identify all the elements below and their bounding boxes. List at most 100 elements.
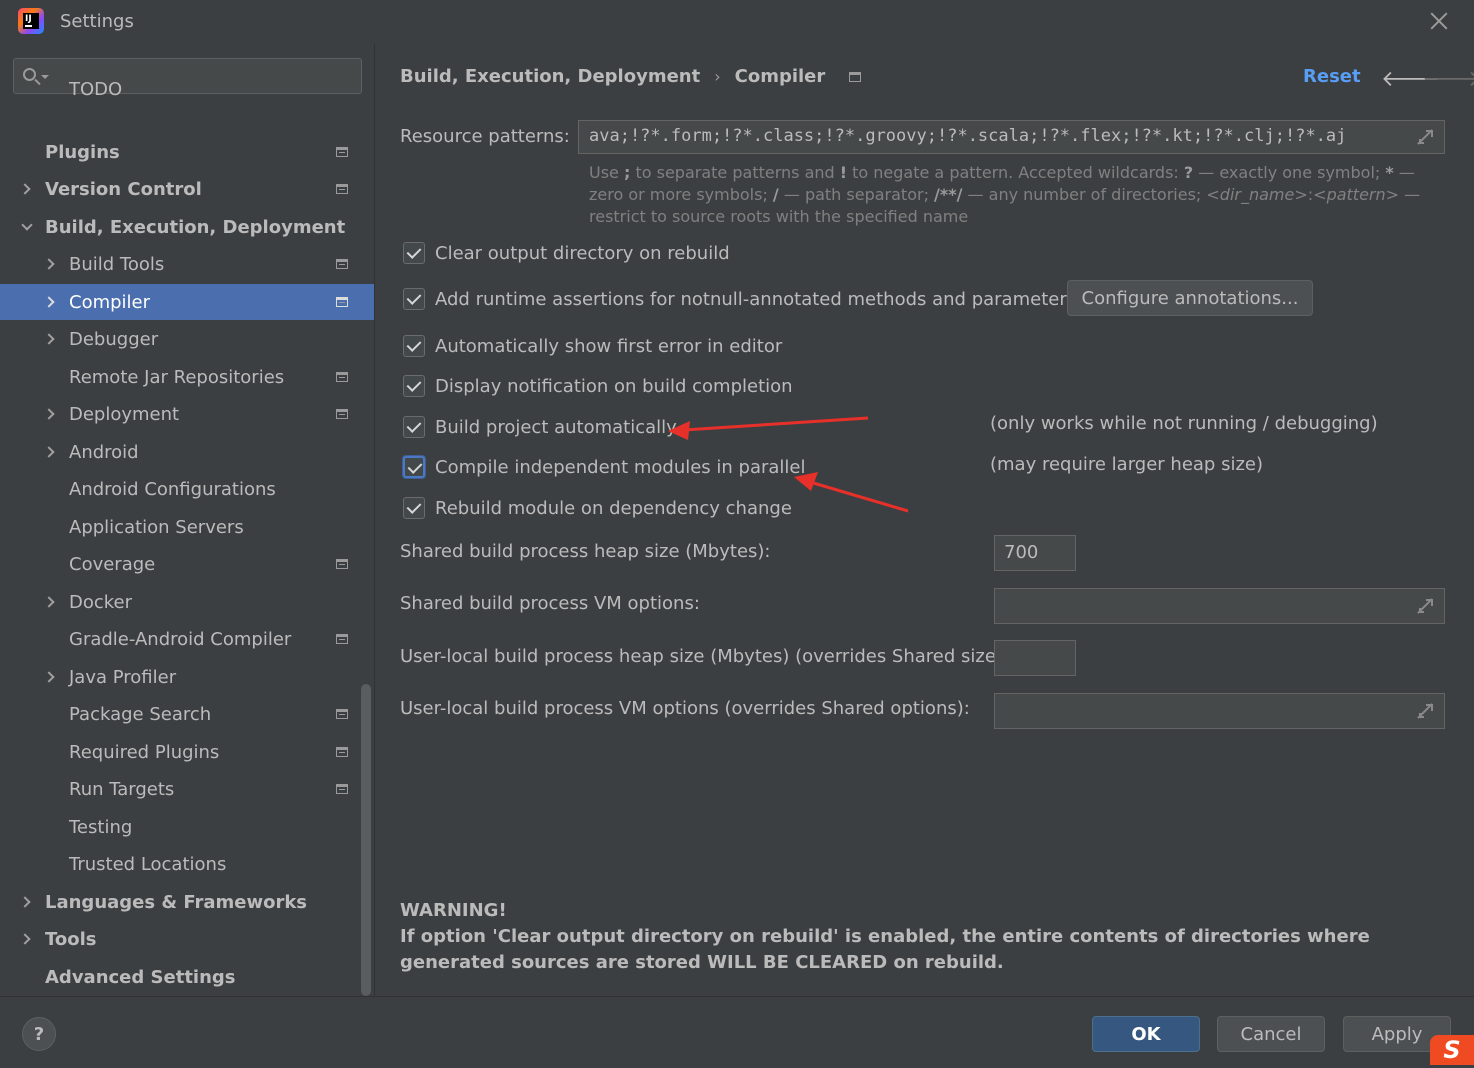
tree-item-testing[interactable]: Testing [0, 809, 374, 845]
chevron-right-icon[interactable] [43, 671, 55, 683]
search-options-dropdown-icon[interactable] [41, 75, 49, 79]
hint-text: to separate patterns and [630, 163, 840, 182]
tree-item-label: Required Plugins [69, 741, 220, 763]
sidebar-scrollbar[interactable] [361, 684, 371, 996]
tree-item-build-execution-deployment[interactable]: Build, Execution, Deployment [0, 209, 374, 245]
chevron-right-icon[interactable] [19, 896, 31, 908]
tree-item-tools[interactable]: Tools [0, 921, 374, 957]
tree-item-label: Advanced Settings [45, 966, 236, 988]
checkbox-label: Build project automatically [435, 416, 677, 438]
project-level-icon [336, 784, 348, 794]
hint-token: ? [1183, 163, 1194, 182]
user-vm-options-input[interactable] [994, 693, 1445, 729]
build-notification-checkbox-row[interactable]: Display notification on build completion [403, 373, 793, 399]
ok-button[interactable]: OK [1092, 1016, 1200, 1052]
hint-token: ! [839, 163, 848, 182]
tree-item-java-profiler[interactable]: Java Profiler [0, 659, 374, 695]
tree-item-label: Version Control [45, 178, 202, 200]
tree-item-languages-frameworks[interactable]: Languages & Frameworks [0, 884, 374, 920]
user-heap-input[interactable] [994, 640, 1076, 676]
tree-item-deployment[interactable]: Deployment [0, 396, 374, 432]
tree-item-android-configurations[interactable]: Android Configurations [0, 471, 374, 507]
breadcrumb: Build, Execution, Deployment › Compiler [400, 66, 862, 87]
tree-item-label: Java Profiler [69, 666, 177, 688]
checkbox-label: Compile independent modules in parallel [435, 456, 806, 478]
forward-arrow-icon[interactable]: 🡒 [1422, 66, 1474, 92]
project-level-icon [336, 184, 348, 194]
hint-text: — exactly one symbol; [1193, 163, 1386, 182]
tree-item-application-servers[interactable]: Application Servers [0, 509, 374, 545]
parallel-compile-checkbox-row[interactable]: Compile independent modules in parallel [403, 454, 806, 480]
tree-item-label: Deployment [69, 403, 180, 425]
hint-text: Use [589, 163, 624, 182]
build-automatically-note: (only works while not running / debuggin… [990, 413, 1378, 434]
cancel-button[interactable]: Cancel [1217, 1016, 1325, 1052]
tree-item-build-tools[interactable]: Build Tools [0, 246, 374, 282]
tree-item-compiler[interactable]: Compiler [0, 284, 374, 320]
runtime-assertions-checkbox-row[interactable]: Add runtime assertions for notnull-annot… [403, 286, 1076, 312]
clear-output-checkbox[interactable] [403, 242, 425, 264]
tree-item-trusted-locations[interactable]: Trusted Locations [0, 846, 374, 882]
expand-icon[interactable] [1417, 129, 1433, 145]
help-button[interactable]: ? [22, 1017, 56, 1051]
chevron-right-icon[interactable] [19, 933, 31, 945]
clear-output-checkbox-row[interactable]: Clear output directory on rebuild [403, 240, 730, 266]
breadcrumb-parent[interactable]: Build, Execution, Deployment [400, 66, 700, 87]
tree-item-debugger[interactable]: Debugger [0, 321, 374, 357]
tree-item-todo[interactable]: TODO [0, 79, 374, 109]
ime-logo-icon: S [1430, 1035, 1474, 1065]
tree-item-required-plugins[interactable]: Required Plugins [0, 734, 374, 770]
chevron-right-icon[interactable] [43, 333, 55, 345]
show-first-error-checkbox-row[interactable]: Automatically show first error in editor [403, 333, 782, 359]
reset-link[interactable]: Reset [1303, 66, 1361, 87]
expand-icon[interactable] [1417, 598, 1433, 614]
hint-text: — any number of directories; [962, 185, 1207, 204]
chevron-right-icon[interactable] [43, 446, 55, 458]
runtime-assertions-checkbox[interactable] [403, 288, 425, 310]
build-automatically-checkbox-row[interactable]: Build project automatically [403, 414, 677, 440]
chevron-right-icon[interactable] [43, 408, 55, 420]
configure-annotations-button[interactable]: Configure annotations... [1067, 280, 1313, 316]
intellij-logo-icon: IJ [18, 8, 44, 34]
project-level-icon [336, 634, 348, 644]
tree-item-label: Android Configurations [69, 478, 276, 500]
rebuild-on-dependency-checkbox-row[interactable]: Rebuild module on dependency change [403, 495, 792, 521]
tree-item-docker[interactable]: Docker [0, 584, 374, 620]
compiler-settings-panel: Build, Execution, Deployment › Compiler … [375, 44, 1474, 996]
tree-item-android[interactable]: Android [0, 434, 374, 470]
hint-token: <dir_name> [1206, 185, 1308, 204]
close-icon[interactable] [1428, 10, 1450, 32]
chevron-down-icon[interactable] [21, 219, 33, 231]
chevron-right-icon[interactable] [43, 596, 55, 608]
checkbox-label: Clear output directory on rebuild [435, 242, 730, 264]
rebuild-on-dependency-checkbox[interactable] [403, 497, 425, 519]
shared-vm-options-label: Shared build process VM options: [400, 593, 700, 614]
tree-item-run-targets[interactable]: Run Targets [0, 771, 374, 807]
tree-item-label: Gradle-Android Compiler [69, 628, 292, 650]
project-level-icon [336, 297, 348, 307]
tree-item-label: Remote Jar Repositories [69, 366, 285, 388]
show-first-error-checkbox[interactable] [403, 335, 425, 357]
build-notification-checkbox[interactable] [403, 375, 425, 397]
chevron-right-icon[interactable] [43, 296, 55, 308]
shared-vm-options-input[interactable] [994, 588, 1445, 624]
tree-item-label: Tools [45, 928, 97, 950]
resource-patterns-field[interactable]: ava;!?*.form;!?*.class;!?*.groovy;!?*.sc… [578, 120, 1445, 154]
tree-item-package-search[interactable]: Package Search [0, 696, 374, 732]
parallel-compile-checkbox[interactable] [403, 456, 425, 478]
shared-heap-input[interactable]: 700 [994, 535, 1076, 571]
tree-item-remote-jar-repositories[interactable]: Remote Jar Repositories [0, 359, 374, 395]
tree-item-advanced-settings[interactable]: Advanced Settings [0, 959, 374, 995]
tree-item-coverage[interactable]: Coverage [0, 546, 374, 582]
tree-item-plugins[interactable]: Plugins [0, 134, 374, 170]
hint-token: * [1385, 163, 1394, 182]
tree-item-label: Debugger [69, 328, 159, 350]
expand-icon[interactable] [1417, 703, 1433, 719]
project-level-icon [336, 559, 348, 569]
build-automatically-checkbox[interactable] [403, 416, 425, 438]
tree-item-gradle-android-compiler[interactable]: Gradle-Android Compiler [0, 621, 374, 657]
tree-item-version-control[interactable]: Version Control [0, 171, 374, 207]
warning-text: If option 'Clear output directory on reb… [400, 926, 1370, 973]
chevron-right-icon[interactable] [43, 258, 55, 270]
chevron-right-icon[interactable] [19, 183, 31, 195]
